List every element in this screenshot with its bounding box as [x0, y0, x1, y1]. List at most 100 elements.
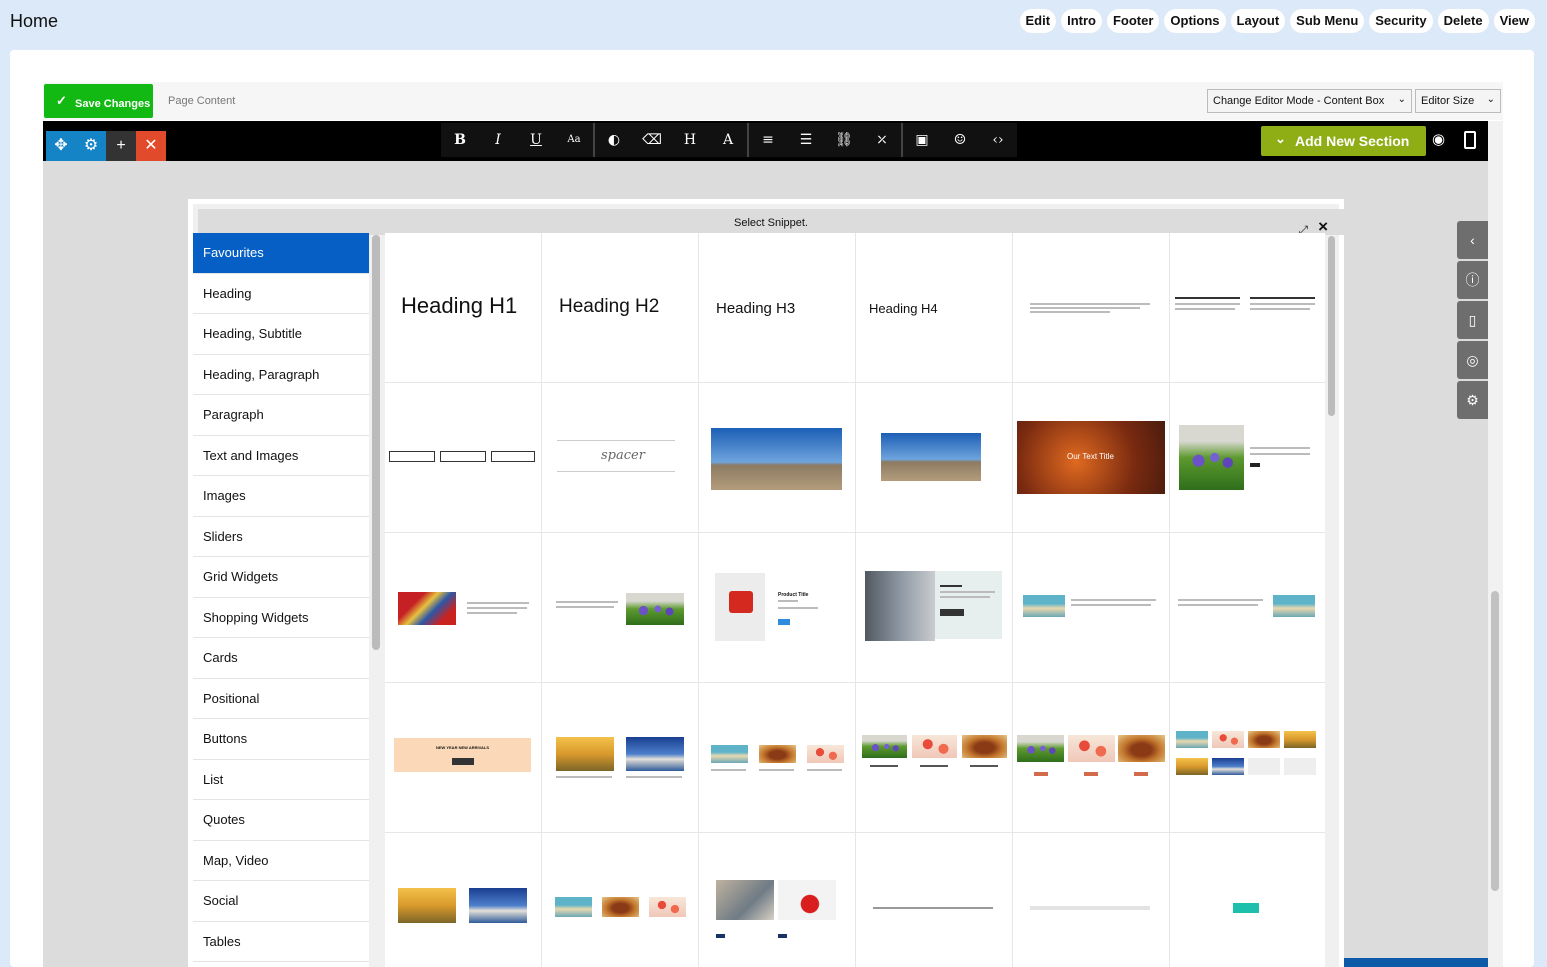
list-icon[interactable]: ☰ [787, 123, 825, 157]
editor-size-select[interactable]: Editor Size ⌄ [1415, 89, 1501, 113]
category-favourites[interactable]: Favourites [193, 233, 369, 274]
snippet-three-images[interactable] [699, 683, 855, 832]
category-grid-widgets[interactable]: Grid Widgets [193, 557, 369, 598]
grid-scrollbar[interactable] [1328, 236, 1335, 416]
font-size-icon[interactable]: Aa [555, 123, 593, 157]
snippet-two-images[interactable] [542, 683, 698, 832]
eraser-icon[interactable]: ⌫ [633, 123, 671, 157]
unlink-icon[interactable]: ⤫ [863, 123, 901, 157]
category-cards[interactable]: Cards [193, 638, 369, 679]
snippet-line[interactable] [856, 833, 1012, 967]
snippet-heading-h4[interactable]: Heading H4 [856, 233, 1012, 382]
snippet-spacer[interactable]: spacer [542, 383, 698, 532]
image-icon[interactable]: ▣ [903, 123, 941, 157]
category-buttons[interactable]: Buttons [193, 719, 369, 760]
snippet-heading-h1[interactable]: Heading H1 [385, 233, 541, 382]
close-icon[interactable]: ✕ [136, 131, 166, 161]
settings-icon[interactable]: ⚙ [76, 131, 106, 161]
menu-view[interactable]: View [1493, 9, 1535, 33]
snippet-two-images-b[interactable] [385, 833, 541, 967]
align-icon[interactable]: ≡ [749, 123, 787, 157]
category-quotes[interactable]: Quotes [193, 800, 369, 841]
underline-icon[interactable]: U [517, 123, 555, 157]
menu-footer[interactable]: Footer [1106, 9, 1160, 33]
menu-security[interactable]: Security [1369, 9, 1433, 33]
menu-delete[interactable]: Delete [1437, 9, 1489, 33]
category-heading-subtitle[interactable]: Heading, Subtitle [193, 314, 369, 355]
category-heading[interactable]: Heading [193, 274, 369, 314]
format-toolbar: B I U Aa ◐ ⌫ H A ≡ ☰ ⛓ ⤫ ▣ ☺ ‹› [441, 123, 1017, 157]
add-icon[interactable]: + [106, 131, 136, 161]
snippet-three-headings[interactable] [856, 683, 1012, 832]
category-social[interactable]: Social [193, 881, 369, 922]
category-tables[interactable]: Tables [193, 922, 369, 962]
emoji-icon[interactable]: ☺ [941, 123, 979, 157]
snippet-product-pair[interactable] [699, 833, 855, 967]
snippet-banner[interactable]: NEW YEAR NEW ARRIVALS [385, 683, 541, 832]
link-icon[interactable]: ⛓ [825, 123, 863, 157]
mobile-icon[interactable]: ▯ [1457, 301, 1488, 339]
add-new-section-button[interactable]: ⌄ Add New Section [1261, 126, 1426, 156]
text-line [1250, 447, 1310, 449]
snippet-text: Heading H3 [716, 300, 796, 317]
editor-scrollbar[interactable] [1488, 121, 1503, 967]
snippet-profile-card[interactable] [856, 533, 1012, 682]
category-list[interactable]: List [193, 760, 369, 800]
snippet-image-overlay[interactable]: Our Text Title [1013, 383, 1169, 532]
chevron-left-icon[interactable]: ‹ [1457, 221, 1488, 259]
snippet-heading-h3[interactable]: Heading H3 [699, 233, 855, 382]
snippet-paragraph[interactable] [1013, 233, 1169, 382]
category-shopping-widgets[interactable]: Shopping Widgets [193, 598, 369, 638]
code-icon[interactable]: ‹› [979, 123, 1017, 157]
category-sliders[interactable]: Sliders [193, 517, 369, 557]
snippet-three-cards-buttons[interactable] [1013, 683, 1169, 832]
snippet-lighthouse-right[interactable] [1170, 533, 1325, 682]
snippet-gallery-grid[interactable] [1170, 683, 1325, 832]
gear-icon[interactable]: ⚙ [1457, 381, 1488, 419]
font-color-icon[interactable]: A [709, 123, 747, 157]
snippet-text-image-right[interactable] [542, 533, 698, 682]
snippet-product[interactable]: Product Title [699, 533, 855, 682]
menu-layout[interactable]: Layout [1230, 9, 1286, 33]
bold-icon[interactable]: B [441, 123, 479, 157]
eye-icon[interactable]: ◉ [1432, 130, 1445, 148]
snippet-two-columns[interactable] [1170, 233, 1325, 382]
category-scrollbar[interactable] [372, 235, 380, 650]
save-changes-button[interactable]: ✓ Save Changes [44, 84, 153, 118]
italic-icon[interactable]: I [479, 123, 517, 157]
category-images[interactable]: Images [193, 476, 369, 517]
text-box [389, 451, 435, 462]
snippet-button[interactable] [1170, 833, 1325, 967]
editor-size-value: Editor Size [1421, 95, 1475, 107]
info-icon[interactable]: ⓘ [1457, 261, 1488, 299]
aperture-icon[interactable]: ◎ [1457, 341, 1488, 379]
category-paragraph[interactable]: Paragraph [193, 395, 369, 436]
scroll-thumb[interactable] [1491, 591, 1499, 891]
snippet-thick-line[interactable] [1013, 833, 1169, 967]
menu-sub-menu[interactable]: Sub Menu [1290, 9, 1365, 33]
snippet-image-left-text[interactable] [385, 533, 541, 682]
editor-mode-select[interactable]: Change Editor Mode - Content Box ⌄ [1207, 89, 1412, 113]
mobile-icon[interactable] [1464, 131, 1476, 149]
placeholder-image [1248, 758, 1280, 775]
snippet-heading-h2[interactable]: Heading H2 [542, 233, 698, 382]
snippet-full-image[interactable] [699, 383, 855, 532]
text-line [556, 606, 614, 608]
contrast-icon[interactable]: ◐ [595, 123, 633, 157]
category-text-and-images[interactable]: Text and Images [193, 436, 369, 476]
category-map-video[interactable]: Map, Video [193, 841, 369, 881]
snippet-three-images-b[interactable] [542, 833, 698, 967]
snippet-image-text[interactable] [1170, 383, 1325, 532]
category-heading-paragraph[interactable]: Heading, Paragraph [193, 355, 369, 395]
move-icon[interactable]: ✥ [46, 131, 76, 161]
menu-intro[interactable]: Intro [1061, 9, 1102, 33]
beach-image [1176, 731, 1208, 748]
text-line [778, 600, 798, 602]
snippet-three-boxes[interactable] [385, 383, 541, 532]
menu-options[interactable]: Options [1164, 9, 1226, 33]
snippet-lighthouse-left[interactable] [1013, 533, 1169, 682]
heading-icon[interactable]: H [671, 123, 709, 157]
menu-edit[interactable]: Edit [1019, 9, 1057, 33]
category-positional[interactable]: Positional [193, 679, 369, 719]
snippet-image[interactable] [856, 383, 1012, 532]
